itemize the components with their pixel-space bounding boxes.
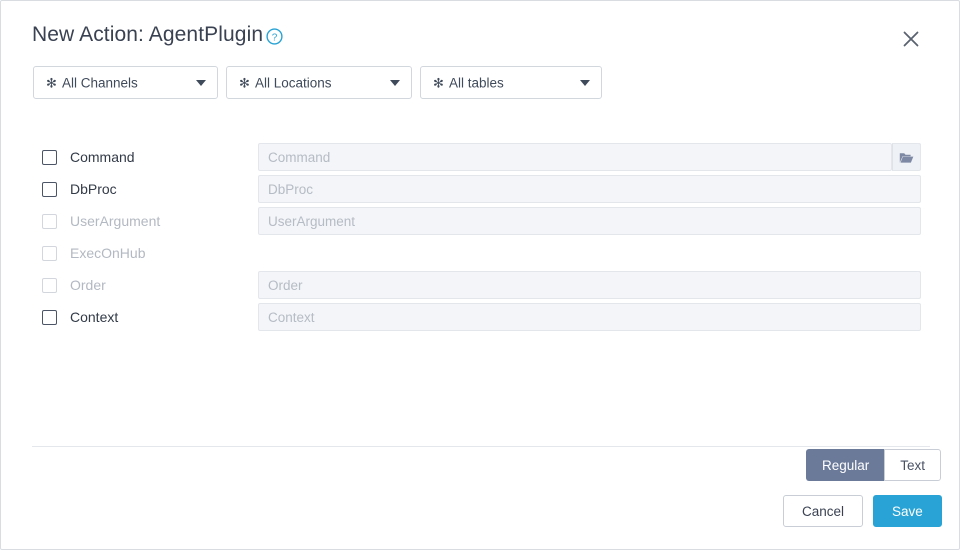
- command-input[interactable]: [258, 143, 892, 171]
- checkbox-userargument: UserArgument: [42, 205, 160, 237]
- dbproc-input[interactable]: [258, 175, 921, 203]
- toggle-regular[interactable]: Regular: [806, 449, 885, 481]
- filter-bar: ✻ All Channels ✻ All Locations ✻ All tab…: [33, 66, 933, 100]
- chevron-down-icon: [390, 79, 400, 86]
- cancel-button[interactable]: Cancel: [783, 495, 864, 527]
- checkbox-dbproc[interactable]: DbProc: [42, 173, 117, 205]
- dialog-header: New Action: AgentPlugin ?: [1, 1, 959, 63]
- checkbox-box-icon: [42, 213, 57, 229]
- checkbox-execonhub: ExecOnHub: [42, 237, 145, 269]
- asterisk-icon: ✻: [433, 75, 444, 90]
- field-row-execonhub: ExecOnHub: [1, 237, 959, 269]
- checkbox-command[interactable]: Command: [42, 141, 135, 173]
- field-row-context: Context: [1, 301, 959, 333]
- locations-select[interactable]: ✻ All Locations: [226, 66, 412, 99]
- field-row-dbproc: DbProc: [1, 173, 959, 205]
- userargument-input: [258, 207, 921, 235]
- field-row-userargument: UserArgument: [1, 205, 959, 237]
- asterisk-icon: ✻: [46, 75, 57, 90]
- input-wrap-userargument: [258, 207, 921, 235]
- checkbox-order: Order: [42, 269, 106, 301]
- checkbox-box-icon: [42, 277, 57, 293]
- footer-divider: [32, 446, 930, 447]
- input-wrap-context: [258, 303, 921, 331]
- order-input: [258, 271, 921, 299]
- chevron-down-icon: [196, 79, 206, 86]
- checkbox-label-execonhub: ExecOnHub: [70, 245, 146, 261]
- input-wrap-order: [258, 271, 921, 299]
- browse-command-button[interactable]: [892, 143, 921, 171]
- checkbox-box-icon: [42, 309, 57, 325]
- save-button[interactable]: Save: [873, 495, 942, 527]
- input-wrap-dbproc: [258, 175, 921, 203]
- locations-select-label: All Locations: [255, 75, 332, 90]
- close-icon: [903, 31, 919, 47]
- help-circle-icon[interactable]: ?: [266, 28, 283, 45]
- checkbox-label-order: Order: [70, 277, 106, 293]
- dialog-actions: Cancel Save: [783, 495, 942, 527]
- fields-area: Command DbProc: [1, 141, 959, 341]
- new-action-dialog: New Action: AgentPlugin ? ✻ All Channels…: [0, 0, 960, 550]
- asterisk-icon: ✻: [239, 75, 250, 90]
- view-mode-toggle: Regular Text: [806, 449, 942, 481]
- channels-select-label: All Channels: [62, 75, 138, 90]
- folder-open-icon: [899, 152, 914, 163]
- tables-select-label: All tables: [449, 75, 504, 90]
- toggle-text[interactable]: Text: [884, 449, 942, 481]
- checkbox-label-context: Context: [70, 309, 119, 325]
- checkbox-label-dbproc: DbProc: [70, 181, 117, 197]
- field-row-command: Command: [1, 141, 959, 173]
- svg-text:?: ?: [272, 32, 278, 43]
- checkbox-context[interactable]: Context: [42, 301, 118, 333]
- channels-select[interactable]: ✻ All Channels: [33, 66, 218, 99]
- checkbox-box-icon: [42, 149, 57, 165]
- page-title: New Action: AgentPlugin: [32, 23, 264, 46]
- checkbox-box-icon: [42, 181, 57, 197]
- field-row-order: Order: [1, 269, 959, 301]
- context-input[interactable]: [258, 303, 921, 331]
- chevron-down-icon: [580, 79, 590, 86]
- tables-select[interactable]: ✻ All tables: [420, 66, 602, 99]
- input-wrap-command: [258, 143, 921, 171]
- checkbox-label-userargument: UserArgument: [70, 213, 161, 229]
- checkbox-box-icon: [42, 245, 57, 261]
- checkbox-label-command: Command: [70, 149, 135, 165]
- close-button[interactable]: [897, 25, 925, 53]
